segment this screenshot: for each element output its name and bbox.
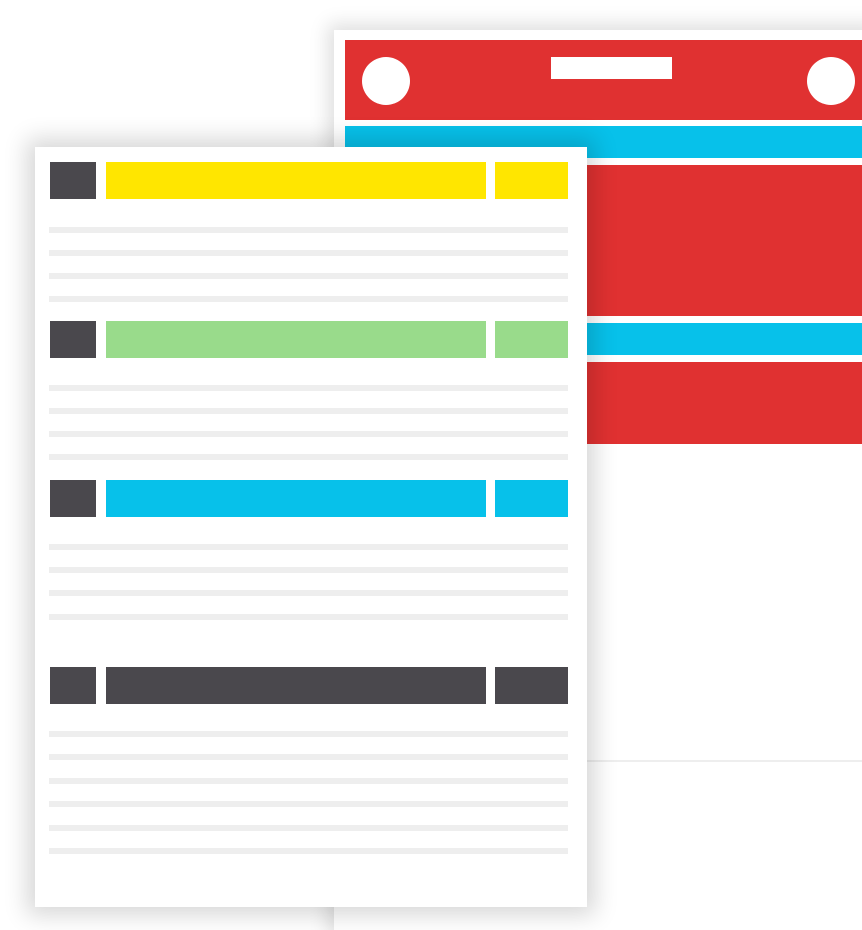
section-3-title-bar — [106, 480, 486, 517]
section-1-title-bar — [106, 162, 486, 199]
header-right-circle — [807, 57, 855, 105]
section-1-badge — [50, 162, 96, 199]
section-4-text-line — [49, 825, 568, 831]
section-1-tag — [495, 162, 568, 199]
section-3-text-line — [49, 614, 568, 620]
front-document — [35, 147, 587, 907]
section-2-text-line — [49, 454, 568, 460]
section-1-header — [50, 162, 568, 199]
section-1-text-line — [49, 227, 568, 233]
section-2-title-bar — [106, 321, 486, 358]
section-1-text-line — [49, 273, 568, 279]
header-left-circle — [362, 57, 410, 105]
back-document-header — [345, 40, 862, 120]
section-2-header — [50, 321, 568, 358]
section-3-badge — [50, 480, 96, 517]
section-2-text-line — [49, 408, 568, 414]
header-title-placeholder — [551, 57, 672, 79]
section-2-tag — [495, 321, 568, 358]
section-4-text-line — [49, 848, 568, 854]
section-4-tag — [495, 667, 568, 704]
section-3-text-line — [49, 567, 568, 573]
section-4-text-line — [49, 801, 568, 807]
section-2-text-line — [49, 385, 568, 391]
section-3-header — [50, 480, 568, 517]
section-4-text-line — [49, 731, 568, 737]
section-3-tag — [495, 480, 568, 517]
section-4-title-bar — [106, 667, 486, 704]
section-3-text-line — [49, 590, 568, 596]
section-4-header — [50, 667, 568, 704]
section-1-text-line — [49, 296, 568, 302]
section-1-text-line — [49, 250, 568, 256]
section-2-text-line — [49, 431, 568, 437]
section-4-text-line — [49, 778, 568, 784]
section-4-text-line — [49, 754, 568, 760]
section-3-text-line — [49, 544, 568, 550]
section-4-badge — [50, 667, 96, 704]
section-2-badge — [50, 321, 96, 358]
